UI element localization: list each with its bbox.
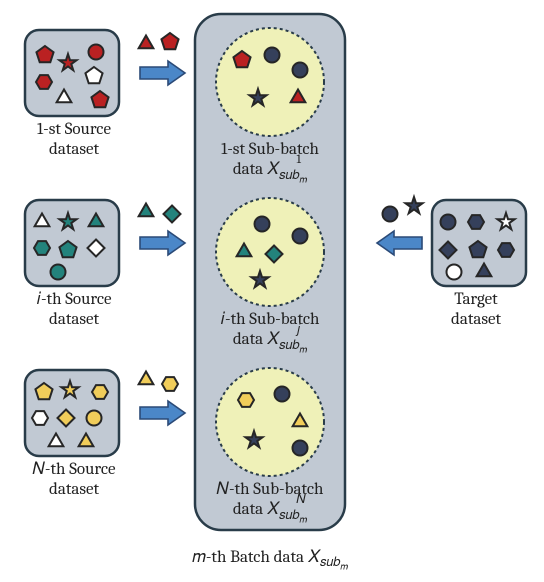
arrown-shapes	[139, 372, 178, 391]
arrow1-shapes	[139, 33, 179, 49]
subn-label: 𝑁-th Sub-batch data 𝑋𝑁𝑠𝑢𝑏𝑚	[200, 480, 340, 526]
sourcei-label: 𝑖-th Sourcedataset	[4, 290, 144, 331]
sub-batch-n	[216, 368, 324, 476]
sub-batch-1	[216, 28, 324, 136]
arrowt-shapes	[383, 197, 423, 222]
arrow-target	[377, 231, 422, 255]
arrow-source1	[140, 61, 185, 85]
sourcen-label: 𝑁-th Sourcedataset	[4, 460, 144, 501]
arrowi-shapes	[139, 204, 181, 223]
sub1-label: 1-st Sub-batch data 𝑋1𝑠𝑢𝑏𝑚	[200, 140, 340, 186]
target-label: Targetdataset	[406, 290, 544, 331]
source1-label: 1-st Sourcedataset	[4, 120, 144, 161]
arrow-sourcen	[140, 401, 185, 425]
arrow-sourcei	[140, 231, 185, 255]
batch-label: 𝑚-th Batch data 𝑋𝑠𝑢𝑏𝑚	[140, 548, 400, 573]
subi-label: 𝑖-th Sub-batch data 𝑋𝑗𝑠𝑢𝑏𝑚	[200, 310, 340, 356]
